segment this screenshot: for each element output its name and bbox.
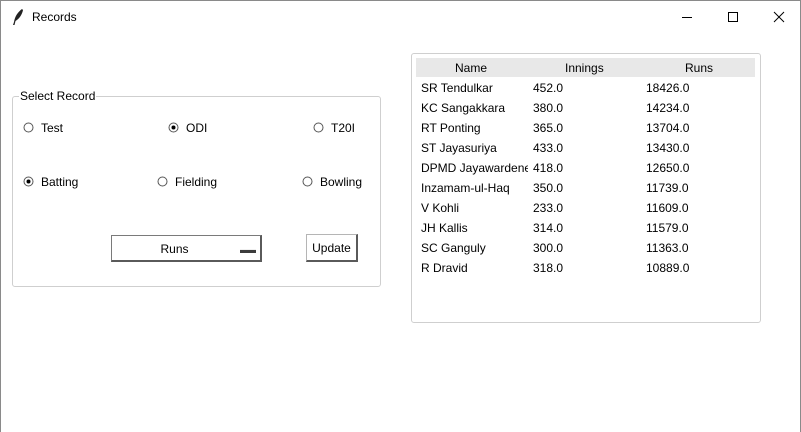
cell-name: Inzamam-ul-Haq <box>421 181 510 195</box>
cell-innings: 318.0 <box>533 261 564 275</box>
radio-unchecked-icon <box>157 176 168 187</box>
cell-innings: 233.0 <box>533 201 564 215</box>
table-row[interactable]: V Kohli 233.0 11609.0 <box>416 198 755 218</box>
cell-name: R Dravid <box>421 261 468 275</box>
cell-name: RT Ponting <box>421 121 481 135</box>
radio-label: ODI <box>186 121 208 135</box>
cell-name: ST Jayasuriya <box>421 141 497 155</box>
maximize-icon <box>728 12 738 22</box>
radio-checked-icon <box>23 176 34 187</box>
window-title: Records <box>32 10 77 24</box>
table-row[interactable]: RT Ponting 365.0 13704.0 <box>416 118 755 138</box>
table-row[interactable]: KC Sangakkara 380.0 14234.0 <box>416 98 755 118</box>
table-header: Name Innings Runs <box>416 58 755 77</box>
stat-dropdown[interactable]: Runs <box>111 235 262 262</box>
cell-name: KC Sangakkara <box>421 101 506 115</box>
cell-name: DPMD Jayawardene <box>421 161 528 175</box>
cell-runs: 12650.0 <box>646 161 690 175</box>
column-header-name[interactable]: Name <box>455 61 487 75</box>
column-header-innings[interactable]: Innings <box>565 61 604 75</box>
radio-unchecked-icon <box>23 122 34 133</box>
cell-name: SC Ganguly <box>421 241 486 255</box>
cell-innings: 433.0 <box>533 141 564 155</box>
minimize-icon <box>682 17 692 18</box>
cell-name: SR Tendulkar <box>421 81 493 95</box>
table-row[interactable]: SR Tendulkar 452.0 18426.0 <box>416 78 755 98</box>
cell-innings: 452.0 <box>533 81 564 95</box>
cell-runs: 13704.0 <box>646 121 690 135</box>
table-row[interactable]: JH Kallis 314.0 11579.0 <box>416 218 755 238</box>
close-button[interactable] <box>756 1 801 32</box>
cell-runs: 11609.0 <box>646 201 689 215</box>
cell-runs: 11579.0 <box>646 221 689 235</box>
radio-label: Fielding <box>175 175 218 189</box>
cell-innings: 380.0 <box>533 101 564 115</box>
table-row[interactable]: SC Ganguly 300.0 11363.0 <box>416 238 755 258</box>
dropdown-indicator-icon <box>240 249 256 253</box>
cell-name: V Kohli <box>421 201 460 215</box>
radio-label: Bowling <box>320 175 363 189</box>
table-row[interactable]: R Dravid 318.0 10889.0 <box>416 258 755 278</box>
minimize-button[interactable] <box>664 1 710 32</box>
radio-label: Test <box>41 121 64 135</box>
table-row[interactable]: Inzamam-ul-Haq 350.0 11739.0 <box>416 178 755 198</box>
cell-innings: 365.0 <box>533 121 564 135</box>
table-row[interactable]: ST Jayasuriya 433.0 13430.0 <box>416 138 755 158</box>
update-button[interactable]: Update <box>306 234 358 262</box>
maximize-button[interactable] <box>710 1 756 32</box>
cell-runs: 18426.0 <box>646 81 690 95</box>
cell-innings: 314.0 <box>533 221 564 235</box>
cell-innings: 350.0 <box>533 181 564 195</box>
cell-runs: 13430.0 <box>646 141 690 155</box>
table-row[interactable]: DPMD Jayawardene 418.0 12650.0 <box>416 158 755 178</box>
close-icon <box>773 11 785 23</box>
dropdown-value: Runs <box>160 242 189 256</box>
radio-checked-icon <box>168 122 179 133</box>
cell-name: JH Kallis <box>421 221 468 235</box>
cell-innings: 300.0 <box>533 241 564 255</box>
radio-unchecked-icon <box>302 176 313 187</box>
cell-runs: 11739.0 <box>646 181 689 195</box>
frame-legend: Select Record <box>19 89 97 103</box>
radio-unchecked-icon <box>313 122 324 133</box>
feather-icon <box>13 9 23 25</box>
radio-label: T20I <box>331 121 356 135</box>
cell-runs: 11363.0 <box>646 241 689 255</box>
column-header-runs[interactable]: Runs <box>685 61 713 75</box>
cell-runs: 10889.0 <box>646 261 690 275</box>
cell-innings: 418.0 <box>533 161 564 175</box>
cell-runs: 14234.0 <box>646 101 690 115</box>
title-bar[interactable]: Records <box>1 1 800 32</box>
radio-label: Batting <box>41 175 79 189</box>
